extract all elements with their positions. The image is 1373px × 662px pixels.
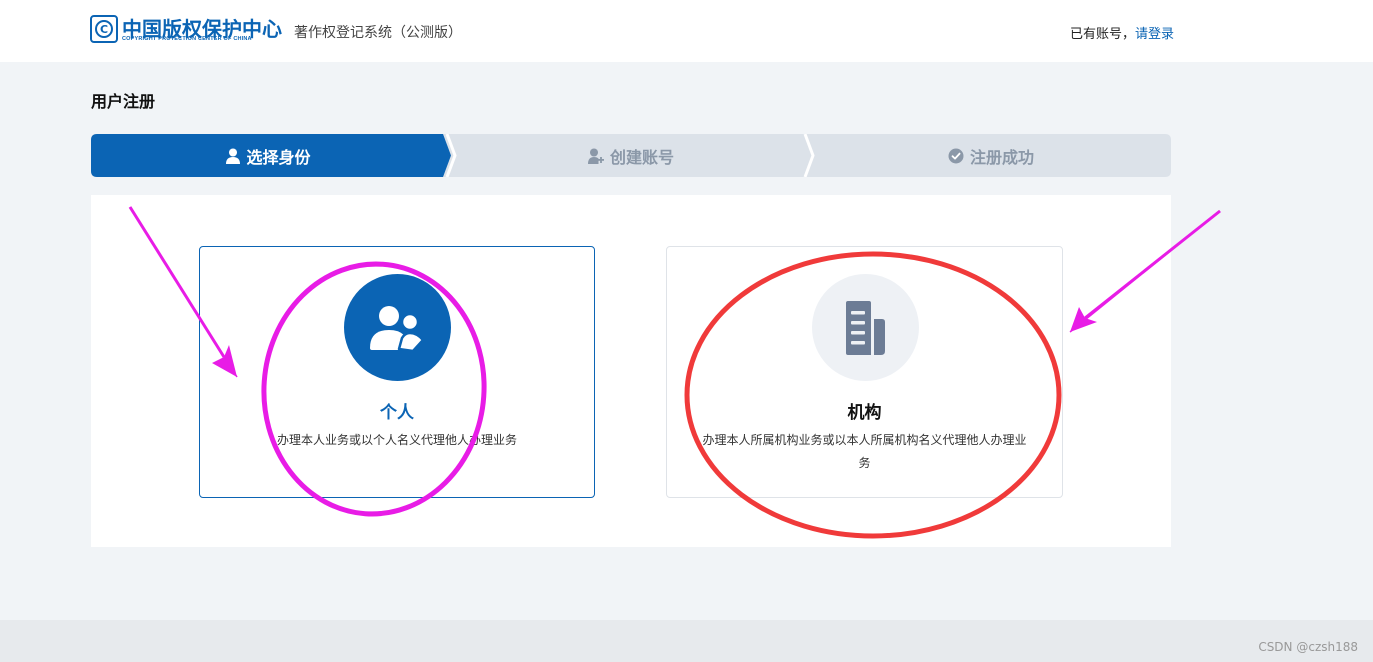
identity-selection-panel: 个人 办理本人业务或以个人名义代理他人办理业务 机构 办理本人所属机构业务或以本…	[91, 195, 1171, 547]
copyright-logo-icon: C	[90, 15, 118, 43]
users-icon	[369, 305, 424, 351]
account-area: 已有账号，请登录	[1070, 23, 1174, 42]
step-register-success[interactable]: 注册成功	[811, 134, 1171, 177]
page-footer	[0, 620, 1373, 662]
user-add-icon	[587, 148, 604, 164]
card-title: 个人	[380, 403, 414, 423]
system-name: 著作权登记系统（公测版）	[294, 25, 462, 41]
step-label: 注册成功	[969, 147, 1034, 167]
csdn-watermark: CSDN @czsh188	[1258, 640, 1358, 654]
card-description: 办理本人所属机构业务或以本人所属机构名义代理他人办理业务	[702, 433, 1027, 470]
organization-identity-card[interactable]: 机构 办理本人所属机构业务或以本人所属机构名义代理他人办理业务	[666, 246, 1063, 498]
cpcc-logo[interactable]: C 中国版权保护中心 COPYRIGHT PROTECTION CENTER O…	[90, 15, 282, 45]
personal-icon-circle	[344, 274, 451, 381]
organization-icon-circle	[811, 274, 919, 381]
top-header: C 中国版权保护中心 COPYRIGHT PROTECTION CENTER O…	[0, 0, 1373, 62]
card-title: 机构	[847, 403, 882, 423]
page-title: 用户注册	[91, 92, 156, 111]
card-description: 办理本人业务或以个人名义代理他人办理业务	[276, 433, 517, 447]
user-icon	[226, 148, 241, 164]
step-select-identity[interactable]: 选择身份	[91, 134, 446, 177]
step-label: 选择身份	[246, 147, 311, 167]
logo-subtitle: COPYRIGHT PROTECTION CENTER OF CHINA	[122, 36, 252, 42]
login-link[interactable]: 请登录	[1135, 27, 1174, 42]
account-prompt: 已有账号，	[1070, 27, 1136, 42]
registration-steps: 选择身份 创建账号 注册成功	[91, 134, 1171, 177]
building-icon	[846, 300, 885, 355]
step-label: 创建账号	[609, 147, 674, 167]
personal-identity-card[interactable]: 个人 办理本人业务或以个人名义代理他人办理业务	[199, 246, 595, 498]
step-create-account[interactable]: 创建账号	[451, 134, 811, 177]
check-circle-icon	[948, 148, 964, 163]
